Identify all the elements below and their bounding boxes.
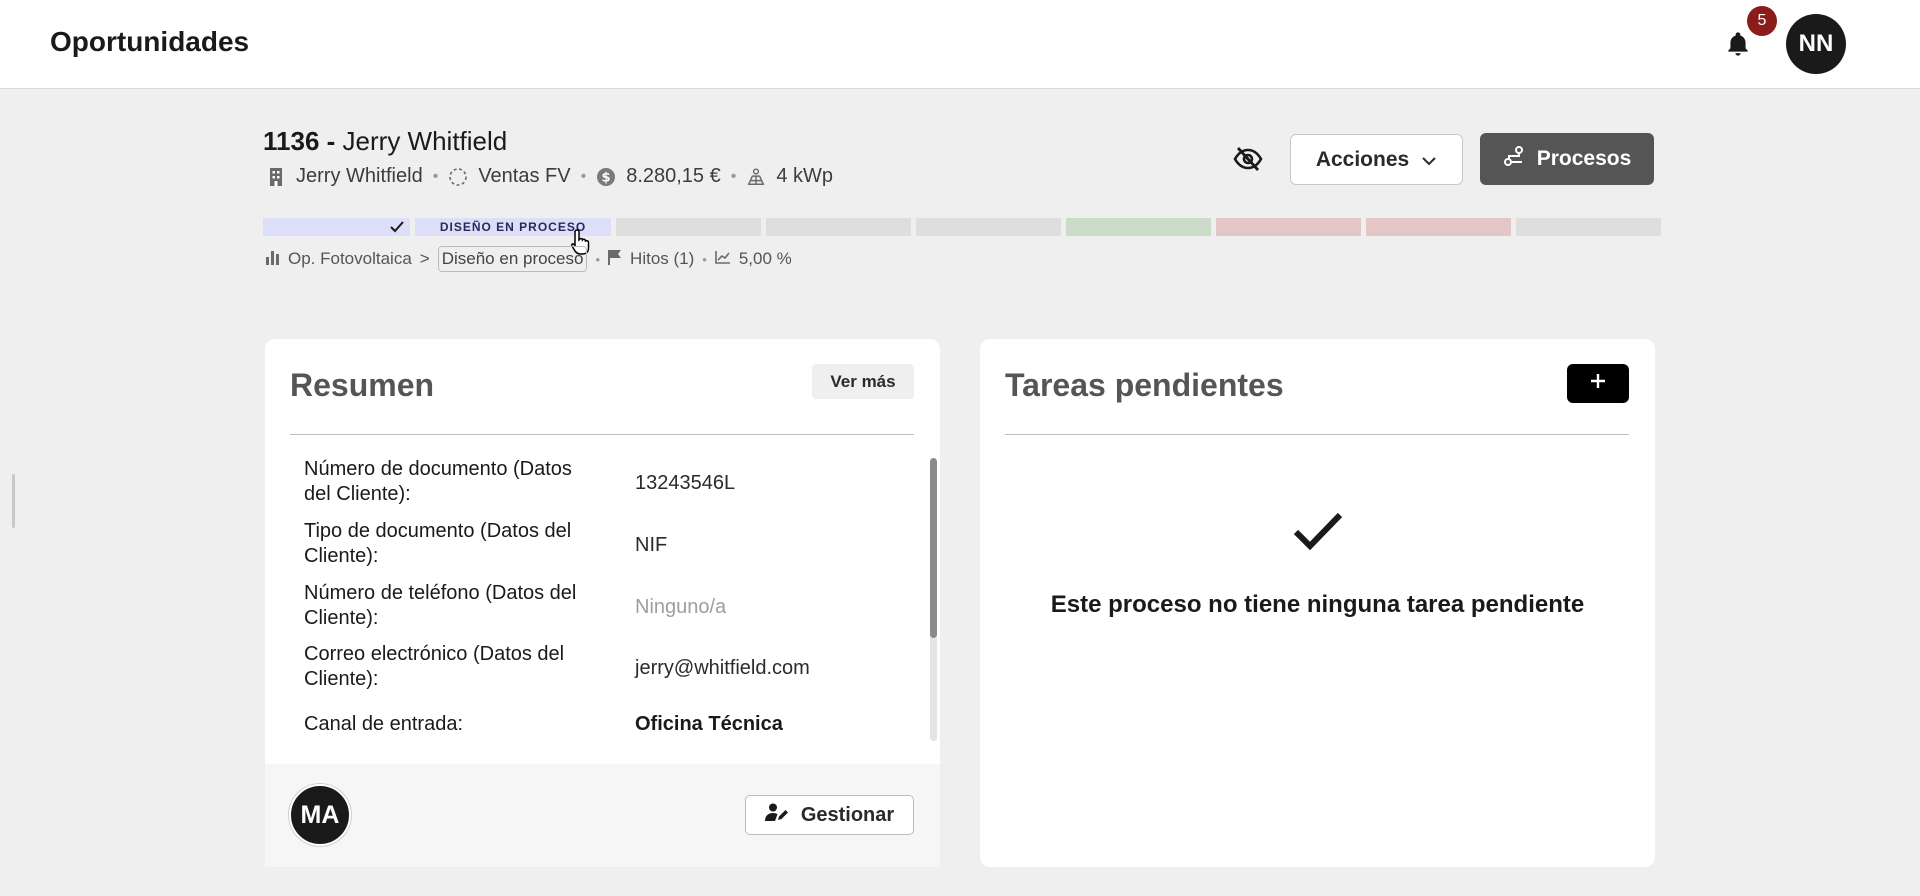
field-label: Correo electrónico (Datos del Cliente):: [304, 643, 565, 690]
opportunity-name: Jerry Whitfield: [342, 126, 508, 156]
plus-icon: [1590, 373, 1606, 394]
field-value: jerry@whitfield.com: [635, 657, 810, 679]
hide-icon[interactable]: [1232, 144, 1264, 174]
chevron-down-icon: [1421, 148, 1437, 172]
processes-label: Procesos: [1536, 147, 1632, 170]
field-label: Tipo de documento (Datos del Cliente):: [304, 520, 572, 567]
field-label: Número de documento (Datos del Cliente):: [304, 458, 572, 505]
user-edit-icon: [764, 802, 789, 828]
opportunity-meta: Jerry Whitfield • Ventas FV • $ 8.280,15…: [266, 165, 833, 188]
stage-segment[interactable]: [1216, 218, 1361, 236]
stage-segment[interactable]: [616, 218, 761, 236]
empty-tasks-message: Este proceso no tiene ninguna tarea pend…: [1050, 591, 1585, 618]
tasks-divider: [1005, 434, 1629, 435]
field-value: Ninguno/a: [635, 596, 727, 618]
opportunity-title: 1136 - Jerry Whitfield: [263, 126, 507, 157]
probability-value: 5,00 %: [738, 249, 792, 268]
summary-footer: MA Gestionar: [265, 764, 940, 867]
installed-power: 4 kWp: [776, 165, 834, 187]
company-link[interactable]: Jerry Whitfield: [296, 165, 423, 188]
sidebar-handle[interactable]: [12, 474, 15, 528]
stage-segment[interactable]: [1516, 218, 1661, 236]
pipeline-icon: [448, 167, 468, 187]
trend-icon: [715, 249, 731, 269]
summary-divider: [290, 434, 914, 435]
tasks-title: Tareas pendientes: [1005, 367, 1284, 403]
building-icon: [266, 167, 286, 187]
bar-chart-icon: [266, 249, 280, 270]
breadcrumb: Op. Fotovoltaica > Diseño en proceso • H…: [266, 246, 792, 272]
notification-badge[interactable]: 5: [1747, 6, 1777, 36]
field-value: NIF: [635, 534, 668, 556]
stage-segment[interactable]: [766, 218, 911, 236]
pipeline-name: Ventas FV: [478, 165, 571, 187]
manage-button[interactable]: Gestionar: [745, 795, 914, 835]
stage-progress: DISEÑO EN PROCESO: [263, 218, 1661, 236]
processes-icon: [1503, 145, 1525, 173]
svg-text:$: $: [602, 170, 611, 185]
checkmark-icon: [1293, 510, 1343, 554]
breadcrumb-stage[interactable]: Diseño en proceso: [437, 246, 588, 272]
field-label: Número de teléfono (Datos del Cliente):: [304, 582, 577, 629]
opportunity-number: 1136: [263, 126, 320, 156]
milestones-link[interactable]: Hitos (1): [630, 249, 694, 269]
actions-label: Acciones: [1315, 147, 1410, 171]
breadcrumb-chevron: >: [419, 249, 430, 268]
title-separator: -: [326, 126, 336, 156]
breadcrumb-pipeline[interactable]: Op. Fotovoltaica: [288, 249, 412, 269]
processes-button[interactable]: Procesos: [1480, 133, 1654, 185]
field-value: Oficina Técnica: [635, 713, 783, 735]
solar-panel-icon: [746, 167, 766, 187]
user-avatar[interactable]: NN: [1786, 14, 1846, 74]
flag-icon: [608, 249, 622, 270]
page-title: Oportunidades: [50, 26, 250, 57]
stage-segment[interactable]: [1366, 218, 1511, 236]
stage-segment[interactable]: [263, 218, 410, 236]
manage-label: Gestionar: [800, 803, 895, 826]
top-bar: Oportunidades 5 NN: [0, 0, 1920, 89]
add-task-button[interactable]: [1567, 364, 1629, 403]
field-label: Canal de entrada:: [304, 713, 464, 735]
owner-avatar[interactable]: MA: [289, 784, 351, 846]
actions-dropdown[interactable]: Acciones: [1290, 134, 1463, 185]
money-icon: $: [596, 167, 616, 187]
see-more-button[interactable]: Ver más: [812, 364, 914, 399]
stage-segment[interactable]: [1066, 218, 1211, 236]
bell-icon[interactable]: [1724, 30, 1752, 58]
stage-segment[interactable]: [916, 218, 1061, 236]
summary-title: Resumen: [290, 367, 435, 403]
stage-check-icon: [390, 220, 404, 238]
field-value: 13243546L: [635, 472, 736, 494]
summary-scrollbar[interactable]: [930, 458, 937, 638]
opportunity-amount: 8.280,15 €: [626, 165, 721, 187]
